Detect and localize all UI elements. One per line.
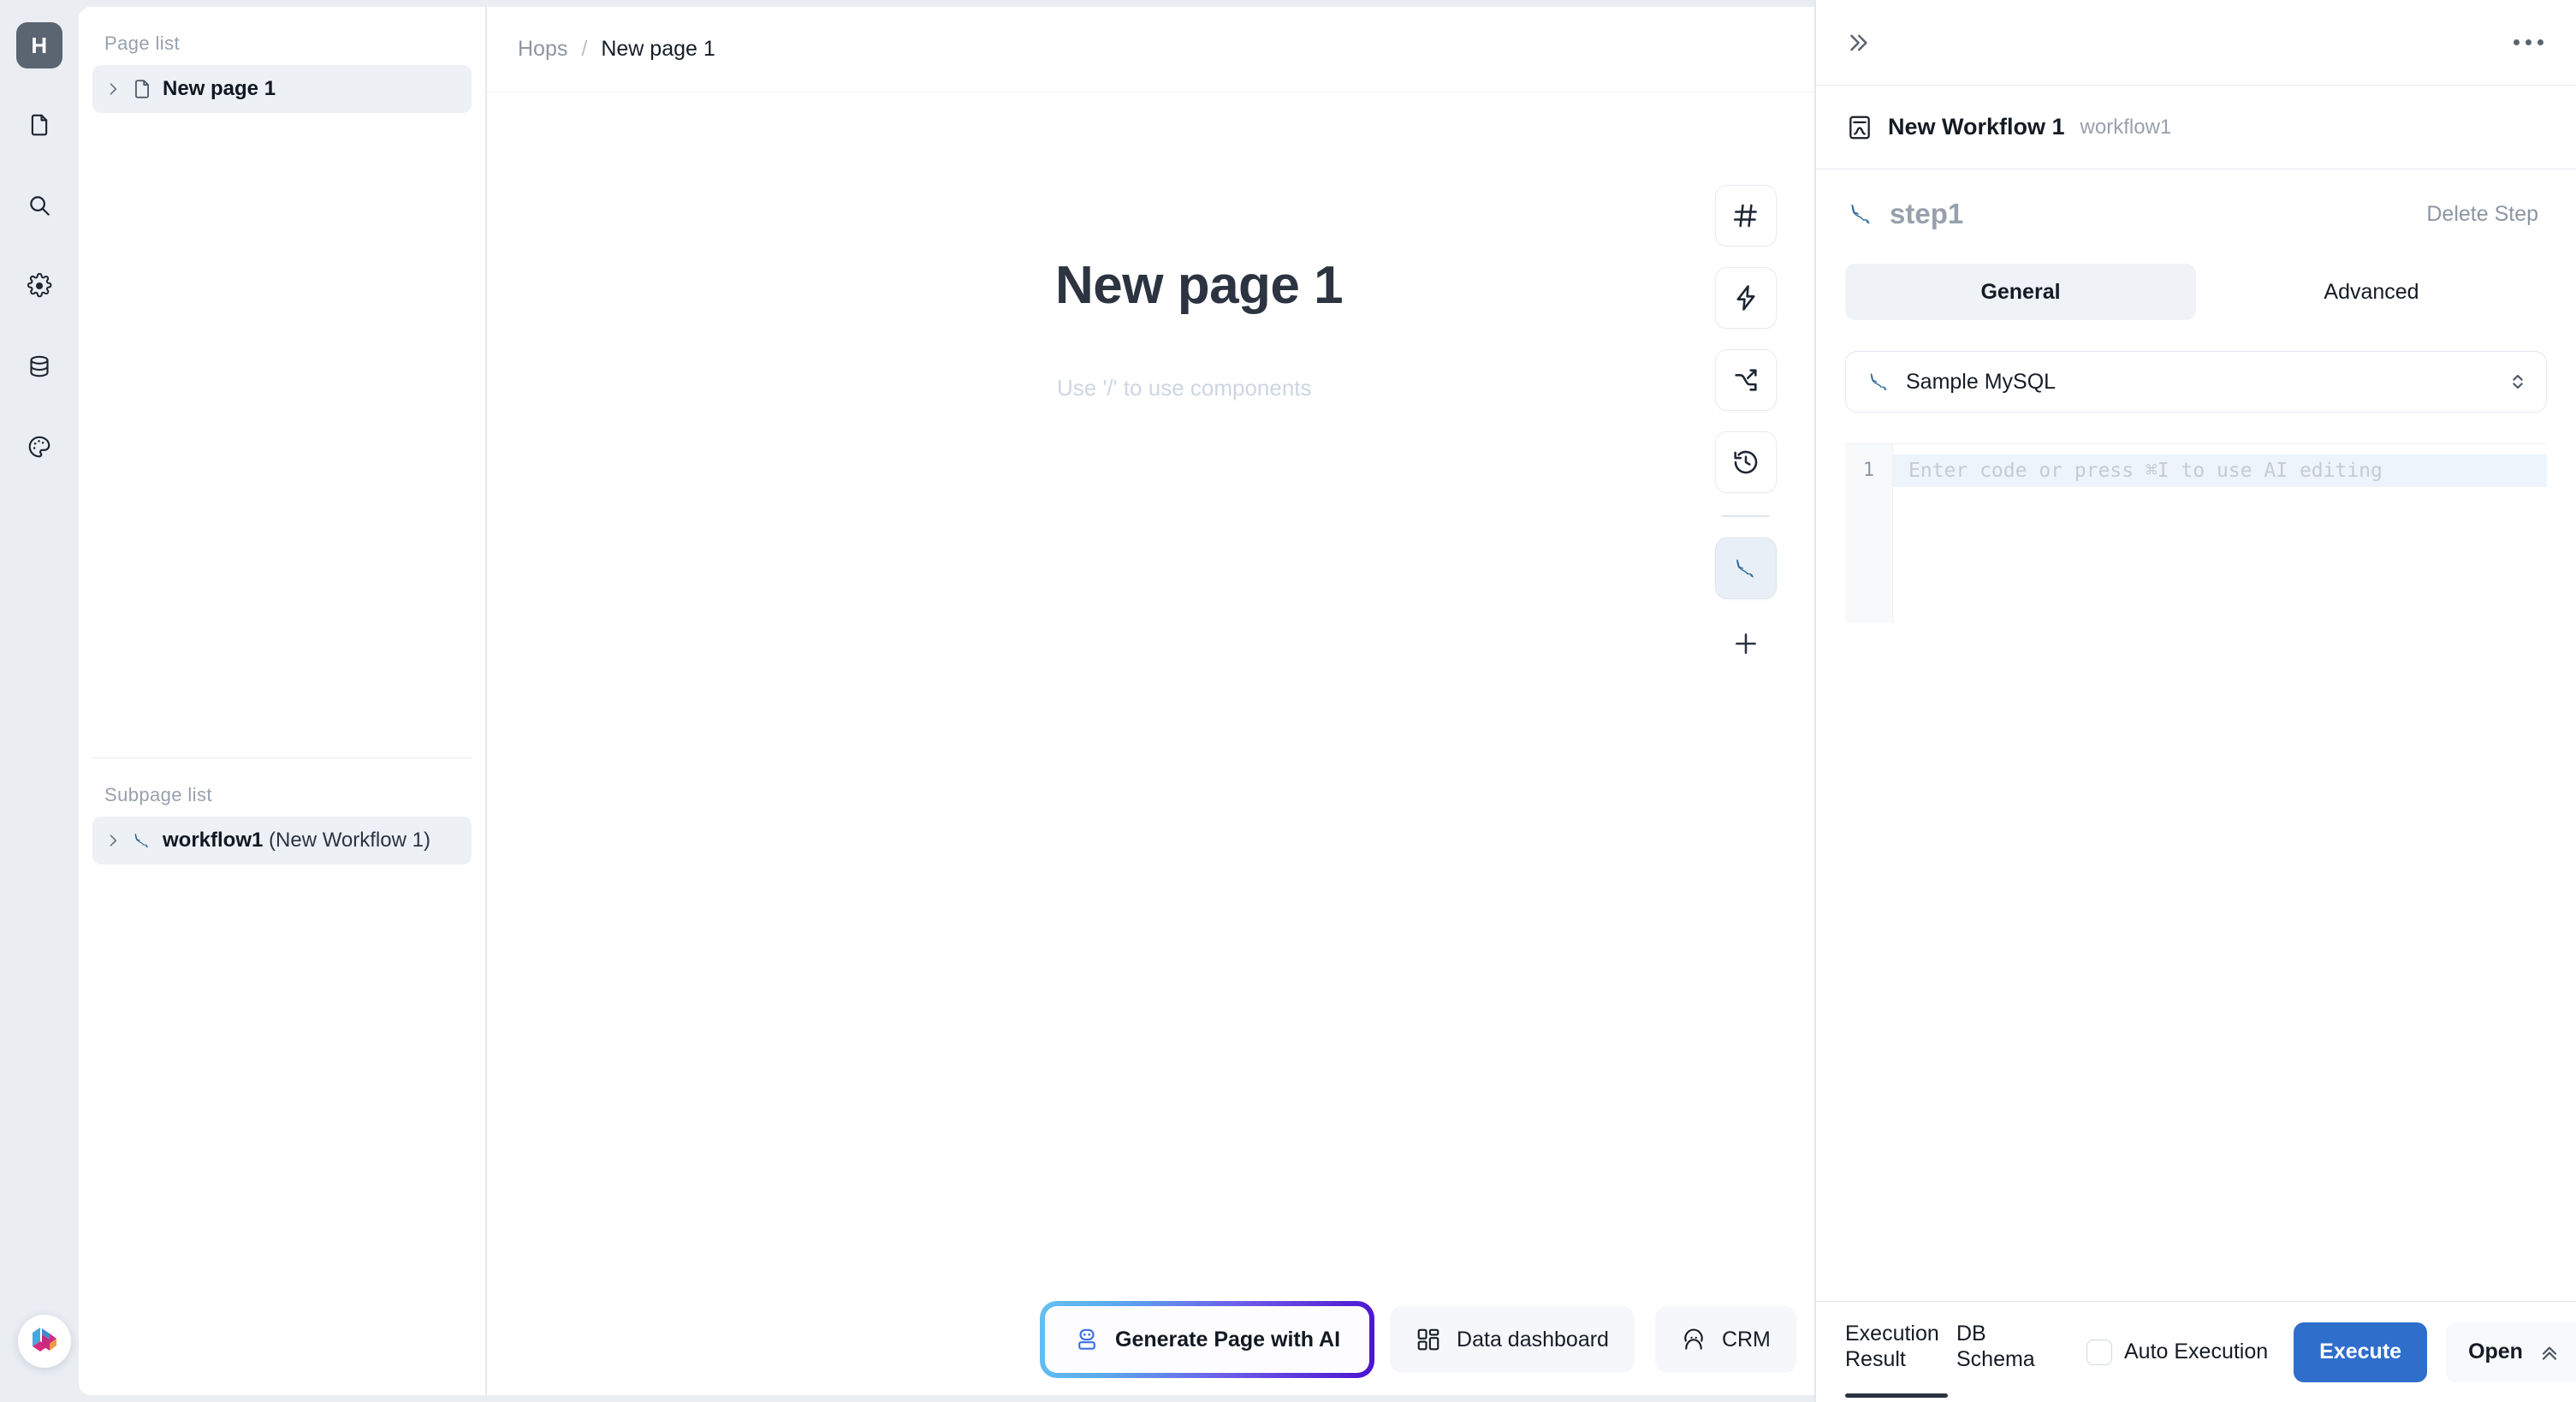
rail-item-theme[interactable] <box>15 423 63 471</box>
document-icon <box>27 112 52 138</box>
workspace-logo-button[interactable]: H <box>16 22 62 68</box>
toolbar-actions-button[interactable] <box>1715 267 1777 329</box>
template-label: Data dashboard <box>1457 1327 1609 1352</box>
execute-button[interactable]: Execute <box>2294 1322 2428 1382</box>
template-toolbar: Generate Page with AI Data dashboard CRM <box>487 1284 1814 1395</box>
open-panel-button[interactable]: Open <box>2446 1322 2576 1382</box>
mysql-dolphin-icon <box>130 829 154 852</box>
toolbar-variables-button[interactable] <box>1715 185 1777 247</box>
subpage-list-item[interactable]: workflow1 (New Workflow 1) <box>92 817 472 864</box>
workspace-logo-letter: H <box>31 32 48 58</box>
database-icon <box>27 353 52 379</box>
subpage-list-empty-space <box>79 864 485 1395</box>
app-root: H Page list New page 1 Subpage list work… <box>0 0 2576 1402</box>
workflow-icon <box>1845 113 1874 142</box>
template-data-dashboard-button[interactable]: Data dashboard <box>1390 1306 1635 1373</box>
tab-general[interactable]: General <box>1845 264 2196 320</box>
canvas-placeholder[interactable]: Use '/' to use components <box>1057 375 1312 401</box>
chevrons-up-icon <box>2538 1341 2561 1363</box>
datasource-select[interactable]: Sample MySQL <box>1845 351 2547 413</box>
chevron-up-down-icon <box>2508 370 2527 394</box>
plus-icon <box>1731 629 1760 662</box>
gear-icon <box>27 273 52 299</box>
search-icon <box>27 193 52 218</box>
datasource-select-value: Sample MySQL <box>1906 369 2057 394</box>
editor-textarea[interactable]: Enter code or press ⌘I to use AI editing <box>1893 444 2547 623</box>
robot-icon <box>1074 1327 1100 1352</box>
execution-bar: Execution Result DB Schema Auto Executio… <box>1816 1301 2576 1402</box>
workflow-name: New Workflow 1 <box>1888 114 2065 140</box>
breadcrumb-current[interactable]: New page 1 <box>601 37 715 62</box>
inspector-topbar <box>1816 0 2576 86</box>
user-circle-icon <box>1681 1327 1706 1352</box>
rail-item-settings[interactable] <box>15 262 63 310</box>
subpage-display-name: (New Workflow 1) <box>263 829 430 852</box>
workflow-inspector-panel: New Workflow 1 workflow1 step1 Delete St… <box>1814 0 2576 1402</box>
generate-page-with-ai-button[interactable]: Generate Page with AI <box>1039 1301 1375 1378</box>
editor-placeholder: Enter code or press ⌘I to use AI editing <box>1908 460 2383 482</box>
hop-logo-icon <box>27 1322 62 1361</box>
page-list-item-label: New page 1 <box>163 77 276 100</box>
code-editor[interactable]: 1 Enter code or press ⌘I to use AI editi… <box>1845 443 2547 623</box>
auto-execution-checkbox[interactable] <box>2086 1339 2112 1365</box>
step-name[interactable]: step1 <box>1890 198 1963 230</box>
chevron-right-icon[interactable] <box>104 80 122 98</box>
history-icon <box>1731 448 1760 477</box>
subpage-list-title: Subpage list <box>104 784 212 805</box>
rail-item-database[interactable] <box>15 342 63 390</box>
breadcrumb-root[interactable]: Hops <box>518 37 567 62</box>
document-icon <box>130 77 154 101</box>
rail-item-pages[interactable] <box>15 101 63 149</box>
chevrons-right-icon[interactable] <box>1845 30 1871 56</box>
inspector-filler <box>1816 623 2576 1301</box>
subpage-id: workflow1 <box>163 829 264 852</box>
page-list-panel: Page list New page 1 Subpage list workfl… <box>79 7 485 1395</box>
delete-step-button[interactable]: Delete Step <box>2426 202 2538 227</box>
rail-item-search[interactable] <box>15 181 63 229</box>
auto-execution-label: Auto Execution <box>2124 1339 2269 1363</box>
branch-icon <box>1731 365 1760 395</box>
page-list-item[interactable]: New page 1 <box>92 65 472 113</box>
breadcrumb: Hops / New page 1 <box>487 7 1814 92</box>
palette-icon <box>27 434 52 460</box>
hash-icon <box>1731 201 1760 230</box>
chevron-right-icon[interactable] <box>104 832 122 849</box>
dashboard-grid-icon <box>1416 1327 1441 1352</box>
inspector-tabs: General Advanced <box>1845 264 2547 320</box>
page-canvas[interactable]: New page 1 Use '/' to use components Gen… <box>487 92 1814 1395</box>
generate-page-with-ai-label: Generate Page with AI <box>1115 1327 1341 1352</box>
tab-execution-result[interactable]: Execution Result <box>1845 1322 1956 1398</box>
workflow-header[interactable]: New Workflow 1 workflow1 <box>1816 86 2576 169</box>
editor-gutter: 1 <box>1845 444 1893 623</box>
toolbar-mysql-step-button[interactable] <box>1715 538 1777 599</box>
tab-advanced[interactable]: Advanced <box>2196 264 2547 320</box>
breadcrumb-separator: / <box>581 37 588 61</box>
mysql-dolphin-icon <box>1731 554 1760 583</box>
toolbar-history-button[interactable] <box>1715 431 1777 493</box>
editor-line-number: 1 <box>1862 460 1875 481</box>
open-panel-label: Open <box>2468 1340 2523 1363</box>
toolbar-divider <box>1722 515 1770 517</box>
page-list-empty-space <box>79 113 485 757</box>
template-crm-button[interactable]: CRM <box>1654 1306 1796 1373</box>
toolbar-flow-button[interactable] <box>1715 349 1777 411</box>
lightning-icon <box>1731 283 1760 312</box>
subpage-list-item-label: workflow1 (New Workflow 1) <box>163 829 430 852</box>
ellipsis-icon[interactable] <box>2514 39 2543 45</box>
mysql-dolphin-icon <box>1865 367 1894 396</box>
canvas-toolbar <box>1715 185 1777 671</box>
step-header: step1 Delete Step <box>1816 169 2576 258</box>
page-title[interactable]: New page 1 <box>1055 255 1344 316</box>
editor-main: Hops / New page 1 New page 1 Use '/' to … <box>485 7 1814 1395</box>
template-label: CRM <box>1721 1327 1771 1352</box>
tab-db-schema[interactable]: DB Schema <box>1956 1322 2068 1382</box>
auto-execution-control[interactable]: Auto Execution <box>2086 1339 2269 1365</box>
page-list-title: Page list <box>104 33 180 54</box>
toolbar-add-button[interactable] <box>1715 620 1777 671</box>
hop-product-logo-button[interactable] <box>18 1315 71 1368</box>
workflow-id: workflow1 <box>2080 115 2172 139</box>
mysql-dolphin-icon <box>1845 198 1878 230</box>
icon-rail: H <box>0 0 79 1402</box>
